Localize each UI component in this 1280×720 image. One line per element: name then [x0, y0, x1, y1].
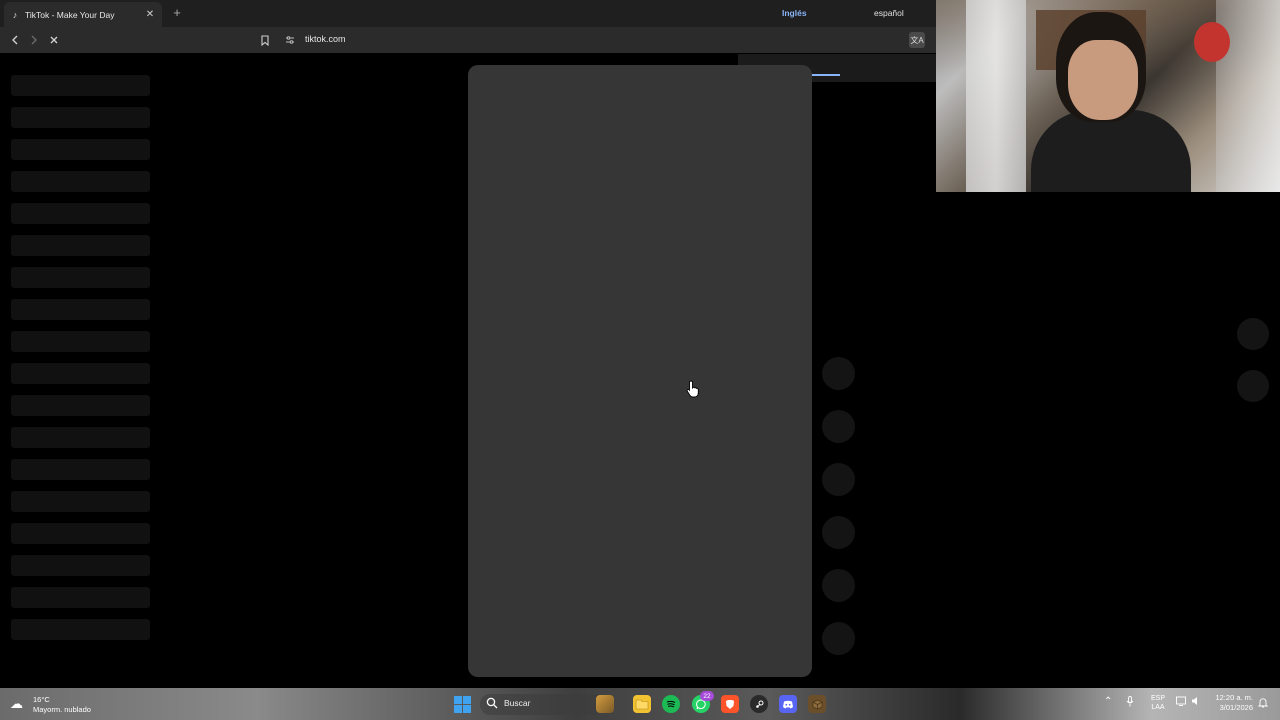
weather-cloud-icon[interactable]: ☁ [10, 696, 28, 712]
action-button-comment[interactable] [822, 463, 855, 496]
screen: ♪ TikTok - Make Your Day ✕ + tiktok.com … [0, 0, 1280, 720]
input-language-code: ESP [1150, 695, 1165, 702]
steam-icon[interactable] [750, 695, 768, 713]
tiktok-favicon-icon: ♪ [12, 9, 18, 20]
discord-icon[interactable] [779, 695, 797, 713]
skeleton-item [11, 427, 150, 448]
skeleton-item [11, 139, 150, 160]
skeleton-item [11, 363, 150, 384]
skeleton-item [11, 331, 150, 352]
next-video-button[interactable] [1237, 370, 1269, 402]
webcam-curtain [966, 0, 1026, 192]
skeleton-item [11, 107, 150, 128]
skeleton-item [11, 171, 150, 192]
webcam-person-face [1068, 40, 1138, 120]
skeleton-item [11, 75, 150, 96]
tab-title: TikTok - Make Your Day [25, 9, 115, 20]
skeleton-item [11, 459, 150, 480]
file-explorer-icon[interactable] [633, 695, 651, 713]
taskbar-search[interactable] [480, 694, 604, 715]
hand-cursor-icon [686, 380, 699, 398]
chevron-up-icon[interactable]: ⌃ [1104, 696, 1112, 707]
chevron-left-icon [12, 35, 18, 45]
weather-description[interactable]: Mayorm. nublado [33, 705, 91, 714]
close-icon [50, 36, 58, 44]
skeleton-item [11, 555, 150, 576]
navigation-bar: tiktok.com 文A [0, 27, 936, 53]
translate-tab-source[interactable]: Inglés [782, 8, 807, 18]
skeleton-item [11, 267, 150, 288]
tab-close-icon[interactable]: ✕ [144, 9, 156, 20]
skeleton-item [11, 203, 150, 224]
brave-browser-icon[interactable] [721, 695, 739, 713]
weather-temperature[interactable]: 16°C [33, 695, 50, 704]
spotify-icon[interactable] [662, 695, 680, 713]
notification-bell-icon[interactable] [1257, 697, 1269, 711]
widget-thumbnail-icon[interactable] [596, 695, 614, 713]
action-button-share[interactable] [822, 569, 855, 602]
skeleton-item [11, 395, 150, 416]
bookmark-icon [261, 34, 269, 46]
skeleton-item [11, 299, 150, 320]
skeleton-item [11, 491, 150, 512]
action-button-save[interactable] [822, 516, 855, 549]
bookmark-button[interactable] [257, 32, 273, 48]
skeleton-item [11, 587, 150, 608]
skeleton-item [11, 619, 150, 640]
taskbar: ☁ 16°C Mayorm. nublado Buscar ⌃ ESP LAA … [0, 688, 1280, 720]
previous-video-button[interactable] [1237, 318, 1269, 350]
minecraft-icon[interactable] [808, 695, 826, 713]
tune-icon [286, 36, 294, 44]
webcam-person-body [1031, 110, 1191, 192]
forward-button[interactable] [26, 32, 42, 48]
back-button[interactable] [7, 32, 23, 48]
clock-time: 12:20 a. m. [1215, 693, 1253, 702]
translate-tab-target[interactable]: español [874, 8, 904, 18]
system-clock[interactable]: 12:20 a. m. 3/01/2026 [1210, 693, 1253, 713]
windows-start-icon[interactable] [454, 696, 471, 713]
action-button-like[interactable] [822, 410, 855, 443]
action-button-avatar[interactable] [822, 357, 855, 390]
address-bar[interactable]: tiktok.com [305, 34, 346, 44]
action-button-music[interactable] [822, 622, 855, 655]
input-language[interactable]: ESP LAA [1150, 694, 1166, 712]
webcam-red-cap [1194, 22, 1230, 62]
stop-loading-button[interactable] [46, 32, 62, 48]
tab-tiktok[interactable]: ♪ TikTok - Make Your Day ✕ [4, 2, 162, 27]
volume-icon[interactable] [1191, 696, 1201, 709]
search-label: Buscar [504, 698, 531, 708]
skeleton-item [11, 523, 150, 544]
new-tab-button[interactable]: + [170, 5, 184, 20]
whatsapp-unread-badge: 22 [700, 691, 714, 701]
chevron-right-icon [31, 35, 37, 45]
site-info-button[interactable] [283, 33, 297, 47]
skeleton-item [11, 235, 150, 256]
translate-icon[interactable]: 文A [909, 32, 925, 48]
microphone-icon[interactable] [1126, 696, 1134, 710]
webcam-overlay [936, 0, 1280, 192]
clock-date: 3/01/2026 [1219, 703, 1253, 712]
search-icon [486, 697, 498, 709]
network-icon[interactable] [1176, 696, 1187, 709]
video-placeholder[interactable] [468, 65, 812, 677]
input-language-layout: LAA [1151, 704, 1165, 711]
